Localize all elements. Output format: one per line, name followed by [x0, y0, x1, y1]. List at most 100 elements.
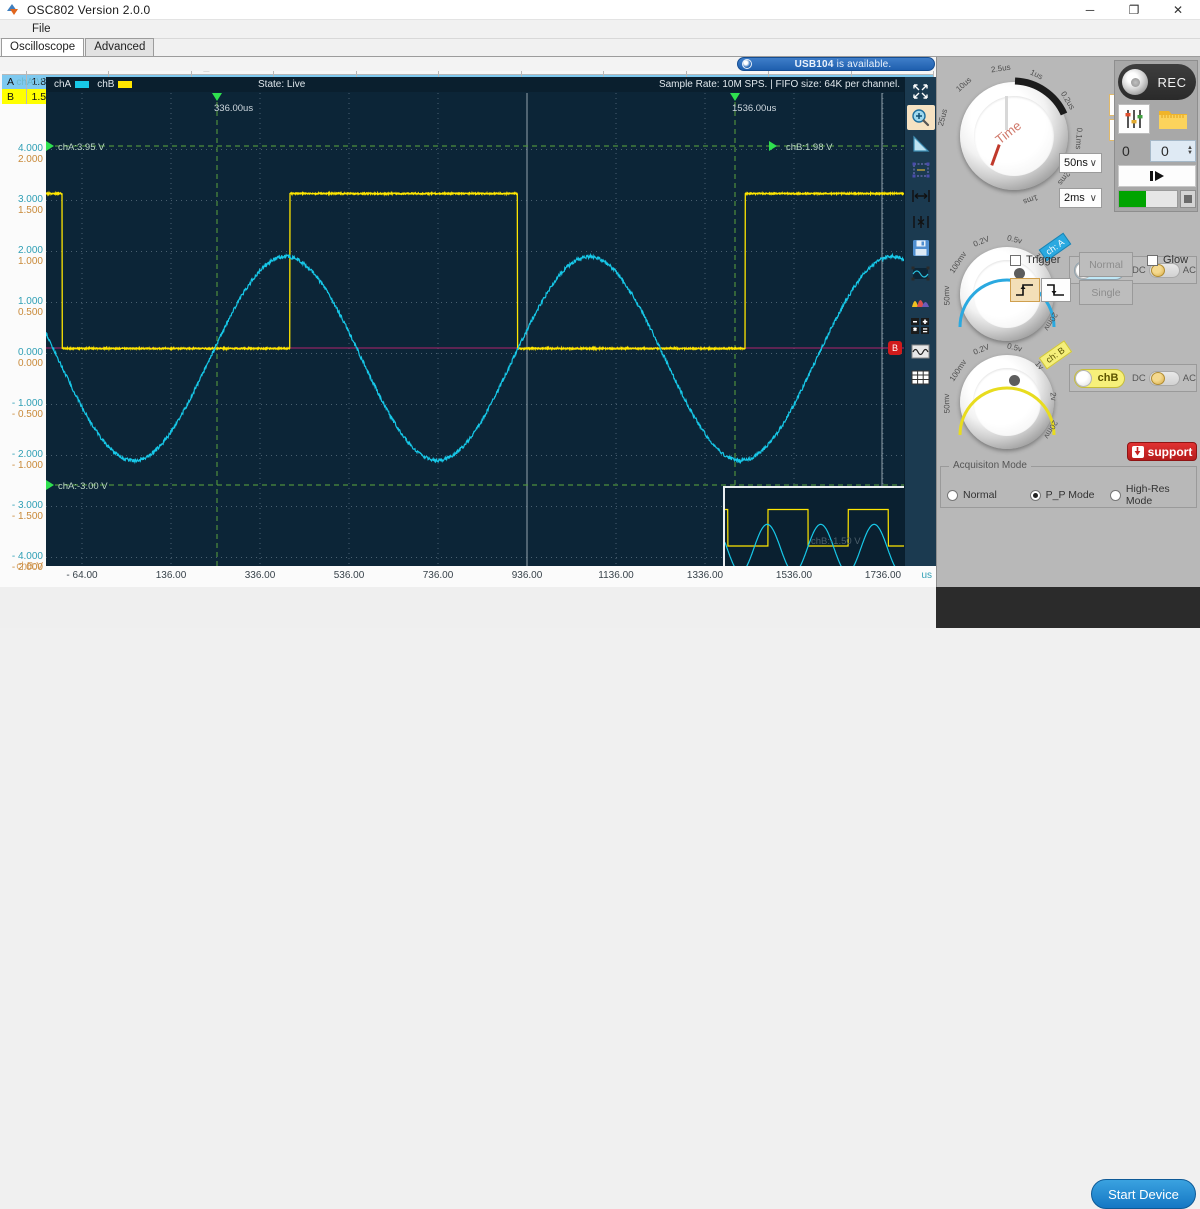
acquisition-mode-options: Normal P_P Mode High-Res Mode [947, 483, 1195, 507]
trigger-falling-edge-button[interactable] [1041, 278, 1071, 302]
x-tick-9: 1736.00 [865, 570, 901, 581]
cursor-right-handle[interactable] [730, 93, 740, 101]
legend-chb[interactable]: chB [97, 79, 132, 90]
tab-oscilloscope[interactable]: Oscilloscope [1, 38, 84, 56]
y-tick-chb-7: - 1.500 [12, 512, 43, 522]
main-area: USB104 is available. chA:V chB:V 4.000 2.… [0, 57, 1200, 598]
usb-indicator-icon [742, 59, 752, 69]
waveform-plot[interactable]: chA chB State: Live Sample Rate: 10M SPS… [46, 77, 904, 566]
save-icon[interactable] [907, 235, 935, 260]
x-tick-8: 1536.00 [776, 570, 812, 581]
usb-device-name: USB104 [795, 59, 834, 70]
bottom-bar: Start Device [0, 587, 1200, 628]
histogram-icon[interactable] [907, 287, 935, 312]
tab-strip: Oscilloscope Advanced [0, 39, 1200, 57]
y-tick-chb-4: 0.000 [18, 359, 43, 369]
x-tick-6: 1136.00 [598, 570, 633, 581]
marker-cha-top-handle[interactable] [46, 141, 54, 151]
rec-panel: REC 0 0 ▲ ▼ [1114, 60, 1198, 212]
legend-cha[interactable]: chA [54, 79, 89, 90]
waveform-icon[interactable] [907, 339, 935, 364]
x-tick-5: 936.00 [512, 570, 543, 581]
fullscreen-icon[interactable] [907, 79, 935, 104]
select-region-icon[interactable] [907, 157, 935, 182]
legend-chb-swatch [118, 81, 132, 88]
close-button[interactable]: ✕ [1156, 0, 1200, 20]
cursor-left-time-label: 336.00us [214, 103, 253, 114]
timebase-select-coarse[interactable]: 2ms ∨ [1059, 188, 1102, 208]
y-tick-cha-1: 3.000 [18, 195, 43, 205]
ruler-icon[interactable] [907, 131, 935, 156]
trigger-checkbox[interactable] [1010, 255, 1021, 266]
minimize-button[interactable]: ─ [1068, 0, 1112, 20]
acquisition-option-1[interactable]: P_P Mode [1030, 483, 1111, 507]
cha-knob-label-0: 50mv [942, 286, 952, 306]
trigger-rising-edge-button[interactable] [1010, 278, 1040, 302]
y-tick-cha-0: 4.000 [18, 144, 43, 154]
marker-cha-top-label: chA:3.95 V [58, 142, 104, 153]
support-button-label: support [1148, 445, 1193, 459]
x-tick-3: 536.00 [334, 570, 365, 581]
trigger-single-button[interactable]: Single [1079, 280, 1133, 305]
window-buttons: ─ ❐ ✕ [1068, 0, 1200, 20]
y-axis-cha-title: chA:V [16, 77, 43, 88]
x-tick-0: - 64.00 [66, 570, 97, 581]
sample-rate-info: Sample Rate: 10M SPS. | FIFO size: 64K p… [659, 79, 900, 90]
maximize-button[interactable]: ❐ [1112, 0, 1156, 20]
rec-dial-icon [1122, 69, 1148, 95]
record-count-value: 0 [1153, 143, 1169, 159]
stop-button[interactable] [1180, 190, 1196, 208]
rec-button[interactable]: REC [1118, 64, 1196, 100]
record-count-spinner[interactable]: 0 ▲ ▼ [1150, 140, 1196, 162]
step-play-button[interactable] [1118, 165, 1196, 187]
marker-b-badge[interactable]: B [888, 341, 902, 355]
legend-cha-label: chA [54, 79, 71, 90]
timebase-select-fine[interactable]: 50ns ∨ [1059, 153, 1102, 173]
chb-coupling-toggle[interactable] [1149, 371, 1180, 386]
math-icon[interactable] [907, 313, 935, 338]
x-tick-2: 336.00 [245, 570, 276, 581]
usb-status-badge[interactable]: USB104 is available. [737, 57, 935, 71]
glow-checkbox[interactable] [1147, 255, 1158, 266]
chb-coupling-ball [1151, 372, 1165, 385]
menu-item-file[interactable]: File [24, 21, 59, 37]
window-title: OSC802 Version 2.0.0 [27, 3, 150, 17]
acquisition-radio-0[interactable] [947, 490, 958, 501]
timebase-fine-value: 50ns [1064, 157, 1088, 169]
acquisition-option-0[interactable]: Normal [947, 483, 1030, 507]
chb-knob-label-0: 50mv [942, 394, 952, 414]
horizontal-measure-icon[interactable] [907, 183, 935, 208]
y-tick-cha-7: - 3.000 [12, 501, 43, 511]
settings-sliders-icon[interactable] [1118, 104, 1150, 134]
glow-label: Glow [1163, 254, 1188, 266]
tab-advanced[interactable]: Advanced [85, 38, 154, 56]
legend-chb-label: chB [97, 79, 114, 90]
zoom-in-icon[interactable] [907, 105, 935, 130]
spinner-arrows-icon[interactable]: ▲ ▼ [1187, 146, 1193, 156]
acquisition-option-2[interactable]: High-Res Mode [1110, 483, 1195, 507]
x-axis-unit-label: us [921, 570, 932, 581]
marker-cha-bottom-handle[interactable] [46, 480, 54, 490]
acquisition-radio-1[interactable] [1030, 490, 1041, 501]
x-axis: - 64.00 136.00 336.00 536.00 736.00 936.00 113… [46, 568, 936, 588]
usb-status-text: USB104 is available. [752, 59, 934, 70]
start-device-button[interactable]: Start Device [1091, 1179, 1196, 1209]
cursor-left-handle[interactable] [212, 93, 222, 101]
legend-cha-swatch [75, 81, 89, 88]
usb-status-message: is available. [837, 59, 892, 70]
table-icon[interactable] [907, 365, 935, 390]
marker-chb-top-handle[interactable] [769, 141, 777, 151]
open-folder-icon[interactable] [1155, 104, 1191, 134]
chb-toggle-label: chB [1092, 372, 1124, 384]
trigger-controls: Trigger Normal Single Glow [1007, 252, 1197, 314]
time-knob-label-2: 2.5us [990, 62, 1011, 74]
trigger-normal-button[interactable]: Normal [1079, 252, 1133, 277]
chb-enable-toggle[interactable]: chB [1074, 369, 1125, 388]
support-pin-icon [1132, 446, 1144, 458]
support-button[interactable]: support [1127, 442, 1197, 461]
vertical-measure-icon[interactable] [907, 209, 935, 234]
waveform-select-icon[interactable] [907, 261, 935, 286]
mini-preview-window[interactable]: chB:-1.50 V [723, 486, 904, 566]
acquisition-state: State: Live [258, 79, 305, 90]
acquisition-radio-2[interactable] [1110, 490, 1121, 501]
